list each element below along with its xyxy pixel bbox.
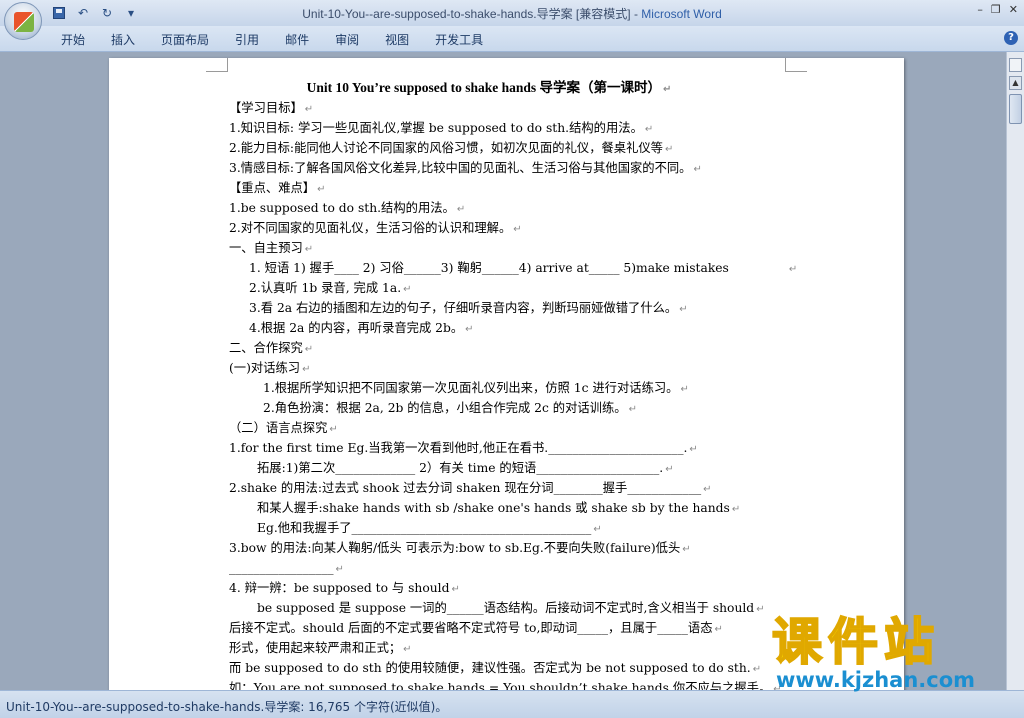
tab-home[interactable]: 开始	[48, 31, 98, 48]
tab-review[interactable]: 审阅	[322, 31, 372, 48]
doc-line: 2.shake 的用法:过去式 shook 过去分词 shaken 现在分词__…	[229, 481, 712, 495]
office-button[interactable]	[4, 2, 42, 40]
document-title: Unit 10 You’re supposed to shake hands 导…	[306, 80, 672, 95]
doc-line: 2.认真听 1b 录音, 完成 1a. ↵	[249, 281, 412, 295]
window-title: Unit-10-You--are-supposed-to-shake-hands…	[302, 7, 722, 21]
view-ruler-icon[interactable]	[1009, 58, 1022, 72]
doc-line: 3.情感目标:了解各国风俗文化差异,比较中国的见面礼、生活习俗与其他国家的不同。…	[229, 161, 702, 175]
doc-line: 3.看 2a 右边的插图和左边的句子，仔细听录音内容，判断玛丽娅做错了什么。 ↵	[249, 301, 688, 315]
doc-line: (一)对话练习 ↵	[229, 361, 311, 375]
doc-line: 1. 短语 1) 握手____ 2) 习俗______3) 鞠躬______4)…	[249, 261, 798, 275]
doc-line: 1.for the first time Eg.当我第一次看到他时,他正在看书.…	[229, 441, 698, 455]
minimize-button[interactable]: –	[977, 3, 983, 16]
office-logo-icon	[14, 12, 34, 32]
doc-line: 4.根据 2a 的内容，再听录音完成 2b。 ↵	[249, 321, 474, 335]
help-icon[interactable]: ?	[1004, 31, 1018, 45]
doc-line: Eg.他和我握手了_______________________________…	[257, 521, 602, 535]
doc-line: 而 be supposed to do sth 的使用较随便，建议性强。否定式为…	[229, 661, 762, 675]
tab-mailings[interactable]: 邮件	[272, 31, 322, 48]
doc-line: 3.bow 的用法:向某人鞠躬/低头 可表示为:bow to sb.Eg.不要向…	[229, 541, 691, 555]
document-body[interactable]: Unit 10 You’re supposed to shake hands 导…	[229, 78, 798, 690]
tab-developer[interactable]: 开发工具	[422, 31, 496, 48]
watermark-url: www.kjzhan.com	[776, 668, 976, 692]
doc-line: 后接不定式。should 后面的不定式要省略不定式符号 to,即动词_____，…	[229, 621, 723, 635]
doc-line: 【重点、难点】 ↵	[229, 181, 326, 195]
watermark-logo: 课件站 www.kjzhan.com	[770, 612, 1022, 692]
doc-line: 1.be supposed to do sth.结构的用法。 ↵	[229, 201, 466, 215]
scroll-thumb[interactable]	[1009, 94, 1022, 124]
doc-line: 二、合作探究 ↵	[229, 341, 314, 355]
doc-line: 2.能力目标:能同他人讨论不同国家的风俗习惯，如初次见面的礼仪，餐桌礼仪等 ↵	[229, 141, 674, 155]
vertical-scrollbar[interactable]: ▲	[1006, 52, 1024, 690]
document-workspace: Unit 10 You’re supposed to shake hands 导…	[0, 52, 1006, 690]
doc-line: 1.知识目标: 学习一些见面礼仪,掌握 be supposed to do st…	[229, 121, 654, 135]
margin-corner-mark	[206, 58, 228, 72]
doc-line: 和某人握手:shake hands with sb /shake one's h…	[257, 501, 741, 515]
doc-line: _________________ ↵	[229, 561, 344, 575]
doc-line: 1.根据所学知识把不同国家第一次见面礼仪列出来，仿照 1c 进行对话练习。 ↵	[263, 381, 689, 395]
doc-line: （二）语言点探究 ↵	[229, 421, 338, 435]
watermark-text: 课件站	[771, 612, 940, 672]
tab-insert[interactable]: 插入	[98, 31, 148, 48]
doc-line: 4. 辩一辨：be supposed to 与 should ↵	[229, 581, 460, 595]
doc-line: 形式，使用起来较严肃和正式； ↵	[229, 641, 412, 655]
close-button[interactable]: ✕	[1009, 3, 1018, 16]
status-bar: Unit-10-You--are-supposed-to-shake-hands…	[0, 690, 1024, 718]
app-name: Microsoft Word	[641, 7, 722, 21]
restore-button[interactable]: ❐	[991, 3, 1001, 16]
status-text: Unit-10-You--are-supposed-to-shake-hands…	[6, 700, 448, 714]
margin-corner-mark	[785, 58, 807, 72]
doc-line: 如：You are not supposed to shake hands.= …	[229, 681, 782, 690]
doc-line: 拓展:1)第二次_____________ 2）有关 time 的短语_____…	[257, 461, 674, 475]
ribbon-tabs: 开始 插入 页面布局 引用 邮件 审阅 视图 开发工具	[48, 31, 496, 48]
doc-line: 【学习目标】 ↵	[229, 101, 314, 115]
document-page[interactable]: Unit 10 You’re supposed to shake hands 导…	[109, 58, 904, 690]
tab-references[interactable]: 引用	[222, 31, 272, 48]
ribbon: 开始 插入 页面布局 引用 邮件 审阅 视图 开发工具 ?	[0, 26, 1024, 52]
title-bar: ↶ ↻ ▾ Unit-10-You--are-supposed-to-shake…	[0, 0, 1024, 26]
doc-line: be supposed 是 suppose 一词的______语态结构。后接动词…	[257, 601, 765, 615]
doc-line: 一、自主预习 ↵	[229, 241, 314, 255]
tab-page-layout[interactable]: 页面布局	[148, 31, 222, 48]
window-controls: – ❐ ✕	[977, 3, 1018, 16]
scroll-up-button[interactable]: ▲	[1009, 76, 1022, 90]
doc-line: 2.角色扮演：根据 2a, 2b 的信息，小组合作完成 2c 的对话训练。 ↵	[263, 401, 637, 415]
doc-line: 2.对不同国家的见面礼仪，生活习俗的认识和理解。 ↵	[229, 221, 522, 235]
tab-view[interactable]: 视图	[372, 31, 422, 48]
